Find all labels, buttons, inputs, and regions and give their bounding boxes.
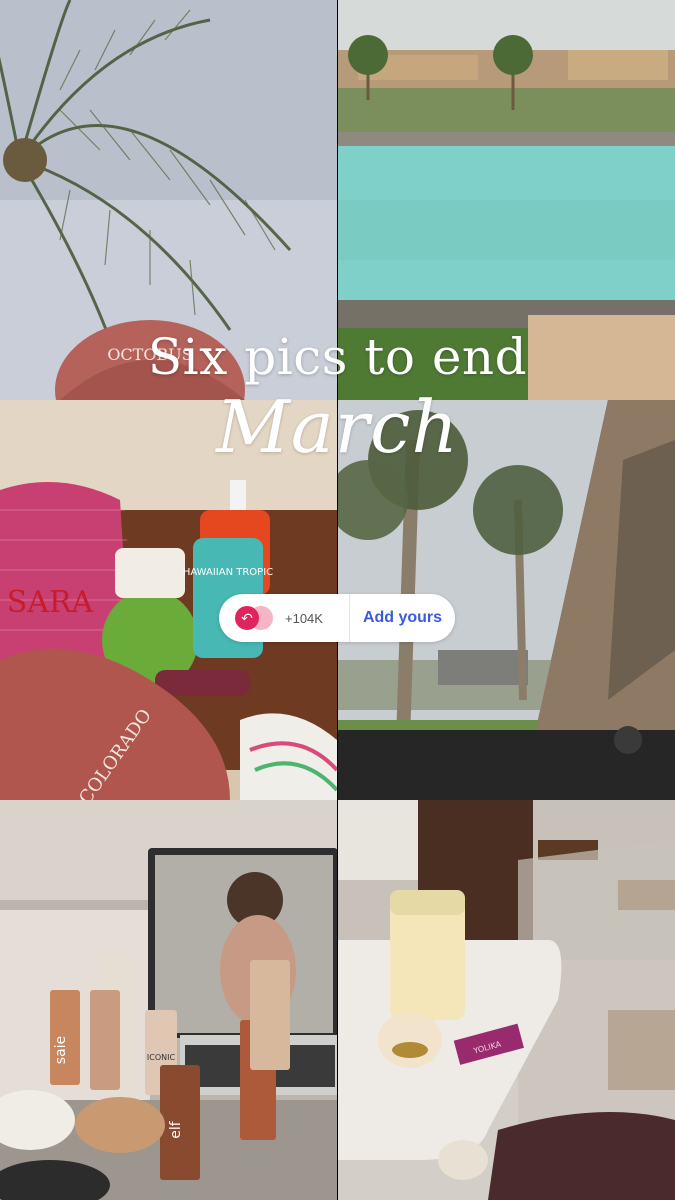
reply-arrow-icon: ↶ [235, 606, 259, 630]
add-yours-sticker[interactable]: ↶ +104K Add yours [219, 594, 455, 642]
participant-count: +104K [285, 610, 323, 626]
participant-avatars: ↶ [231, 594, 283, 642]
bottle-label: HAWAIIAN TROPIC [183, 567, 273, 578]
makeup-laptop-photo: saie elf ICONIC [0, 800, 337, 1200]
coffee-table-photo: YOLIKA [338, 800, 675, 1200]
bag-embroidery: SARA [7, 585, 94, 620]
brand-label-2: elf [168, 1120, 184, 1139]
story-script-word: March [216, 385, 459, 469]
brand-label-3: ICONIC [147, 1053, 176, 1062]
brand-label-1: saie [53, 1036, 69, 1064]
add-yours-button[interactable]: Add yours [350, 609, 455, 627]
story-headline: Six pics to end [147, 328, 528, 386]
